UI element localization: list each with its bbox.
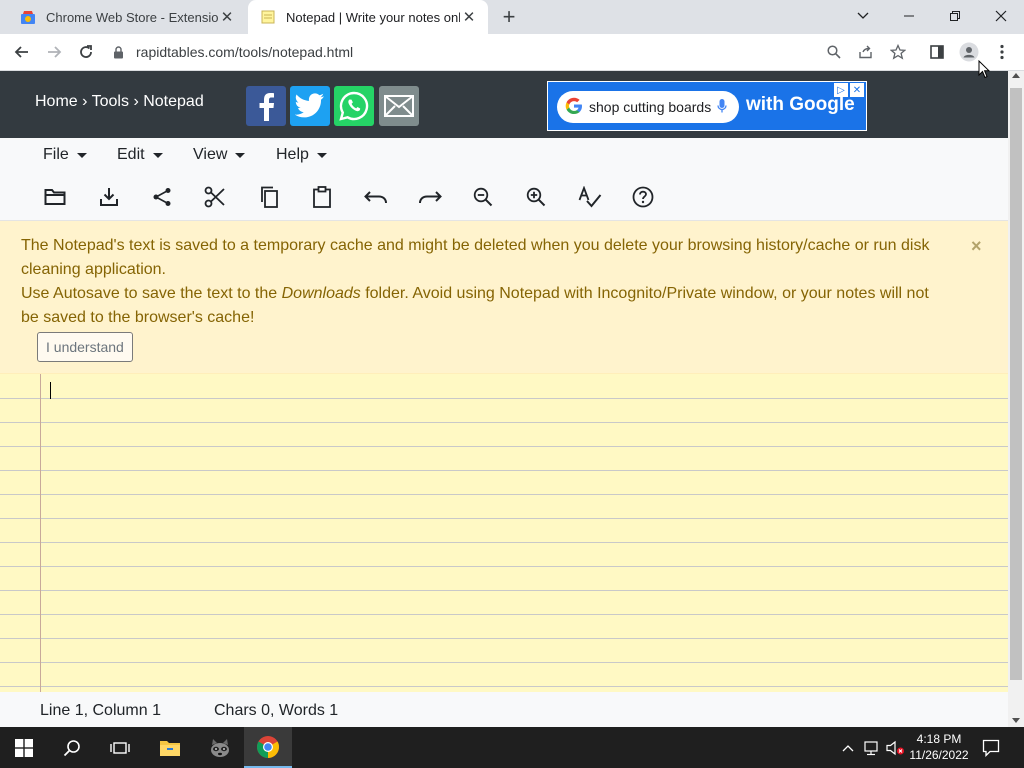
search-icon[interactable] xyxy=(48,727,96,768)
twitter-icon[interactable] xyxy=(290,86,330,126)
zoom-icon[interactable] xyxy=(821,38,847,66)
cut-icon[interactable] xyxy=(201,183,229,211)
menu-file[interactable]: File xyxy=(43,146,87,164)
tab-title: Notepad | Write your notes online xyxy=(286,9,460,25)
microphone-icon xyxy=(717,98,727,117)
volume-muted-icon[interactable] xyxy=(886,738,906,758)
forward-icon[interactable] xyxy=(40,38,68,66)
i-understand-button[interactable]: I understand xyxy=(37,332,133,362)
network-icon[interactable] xyxy=(862,738,882,758)
ad-search-pill[interactable]: shop cutting boards xyxy=(557,91,739,123)
tab-strip: Chrome Web Store - Extensions ✕ Notepad … xyxy=(0,0,1024,34)
ad-query: shop cutting boards xyxy=(589,99,712,115)
facebook-icon[interactable] xyxy=(246,86,286,126)
reload-icon[interactable] xyxy=(72,38,100,66)
page-scrollbar[interactable] xyxy=(1008,71,1024,727)
chrome-web-store-icon xyxy=(20,9,36,25)
address-bar[interactable]: rapidtables.com/tools/notepad.html xyxy=(108,37,916,67)
scroll-down-icon[interactable] xyxy=(1012,718,1020,723)
breadcrumb-separator: › xyxy=(82,93,88,110)
cursor-position: Line 1, Column 1 xyxy=(40,702,161,719)
caret-down-icon xyxy=(316,152,327,158)
chrome-taskbar-icon[interactable] xyxy=(244,727,292,768)
ad-close-icon[interactable]: ✕ xyxy=(850,83,864,97)
breadcrumb-notepad[interactable]: Notepad xyxy=(143,93,204,110)
menu-bar: File Edit View Help xyxy=(0,138,1008,174)
menu-view[interactable]: View xyxy=(193,146,246,164)
site-header: Home › Tools › Notepad shop cutting boar… xyxy=(0,71,1008,138)
notepad-favicon-icon xyxy=(260,9,276,25)
web-page: Home › Tools › Notepad shop cutting boar… xyxy=(0,71,1008,727)
paste-icon[interactable] xyxy=(308,183,336,211)
close-tab-icon[interactable]: ✕ xyxy=(460,8,478,26)
alert-text-line1: The Notepad's text is saved to a tempora… xyxy=(21,237,930,278)
copy-icon[interactable] xyxy=(255,183,283,211)
ad-tagline: with Google xyxy=(746,94,855,115)
breadcrumb-tools[interactable]: Tools xyxy=(92,93,129,110)
new-tab-icon[interactable]: + xyxy=(498,4,520,29)
undo-icon[interactable] xyxy=(362,183,390,211)
open-icon[interactable] xyxy=(41,183,69,211)
redo-icon[interactable] xyxy=(416,183,444,211)
text-caret xyxy=(50,382,51,399)
notepad-textarea[interactable] xyxy=(0,374,1008,692)
cache-warning-alert: The Notepad's text is saved to a tempora… xyxy=(0,221,1008,374)
menu-edit[interactable]: Edit xyxy=(117,146,163,164)
url-text: rapidtables.com/tools/notepad.html xyxy=(136,44,354,60)
zoom-in-icon[interactable] xyxy=(522,183,550,211)
spellcheck-icon[interactable] xyxy=(576,183,604,211)
scroll-up-icon[interactable] xyxy=(1012,73,1020,78)
task-view-icon[interactable] xyxy=(96,727,144,768)
clock-time: 4:18 PM xyxy=(916,732,962,746)
ad-choices[interactable]: ▷ ✕ xyxy=(834,83,864,97)
side-panel-icon[interactable] xyxy=(924,38,950,66)
tab-title: Chrome Web Store - Extensions xyxy=(46,9,218,25)
caret-down-icon xyxy=(76,152,87,158)
close-window-icon[interactable] xyxy=(978,0,1024,32)
char-word-count: Chars 0, Words 1 xyxy=(214,702,339,719)
browser-menu-icon[interactable] xyxy=(989,38,1015,66)
minimize-icon[interactable] xyxy=(886,0,932,32)
windows-taskbar: 4:18 PM 11/26/2022 xyxy=(0,727,1024,768)
system-clock[interactable]: 4:18 PM 11/26/2022 xyxy=(906,731,972,763)
back-icon[interactable] xyxy=(8,38,36,66)
tab-chrome-web-store[interactable]: Chrome Web Store - Extensions ✕ xyxy=(8,0,246,34)
show-hidden-icons-icon[interactable] xyxy=(838,738,858,758)
browser-toolbar: rapidtables.com/tools/notepad.html xyxy=(0,34,1024,71)
alert-text-line2: Use Autosave to save the text to the Dow… xyxy=(21,285,929,326)
google-ad-banner[interactable]: shop cutting boards with Google ▷ ✕ xyxy=(547,81,867,131)
paper-margin-line xyxy=(40,374,41,692)
windows-start-icon[interactable] xyxy=(0,727,48,768)
breadcrumb-home[interactable]: Home xyxy=(35,93,78,110)
email-icon[interactable] xyxy=(379,86,419,126)
file-explorer-icon[interactable] xyxy=(146,727,194,768)
alert-close-icon[interactable]: × xyxy=(971,237,982,255)
restore-icon[interactable] xyxy=(932,0,978,32)
lock-icon[interactable] xyxy=(108,45,128,59)
download-icon[interactable] xyxy=(95,183,123,211)
whatsapp-icon[interactable] xyxy=(334,86,374,126)
adchoices-icon[interactable]: ▷ xyxy=(834,83,848,97)
bookmark-star-icon[interactable] xyxy=(885,38,911,66)
help-icon[interactable] xyxy=(629,183,657,211)
close-tab-icon[interactable]: ✕ xyxy=(218,8,236,26)
breadcrumb-separator: › xyxy=(133,93,139,110)
breadcrumb: Home › Tools › Notepad xyxy=(35,93,204,111)
google-g-icon xyxy=(565,97,583,118)
editor-toolbar xyxy=(0,174,1008,221)
zoom-out-icon[interactable] xyxy=(469,183,497,211)
tab-notepad[interactable]: Notepad | Write your notes online ✕ xyxy=(248,0,488,34)
caret-down-icon xyxy=(152,152,163,158)
share-icon[interactable] xyxy=(148,183,176,211)
raccoon-app-icon[interactable] xyxy=(196,727,244,768)
tab-search-icon[interactable] xyxy=(840,0,886,32)
mouse-pointer-icon xyxy=(978,59,991,82)
notifications-icon[interactable] xyxy=(980,737,1002,759)
menu-help[interactable]: Help xyxy=(276,146,327,164)
caret-down-icon xyxy=(235,152,246,158)
status-bar: Line 1, Column 1 Chars 0, Words 1 xyxy=(0,692,1008,727)
clock-date: 11/26/2022 xyxy=(909,748,969,762)
scrollbar-thumb[interactable] xyxy=(1010,88,1022,680)
share-page-icon[interactable] xyxy=(853,38,879,66)
